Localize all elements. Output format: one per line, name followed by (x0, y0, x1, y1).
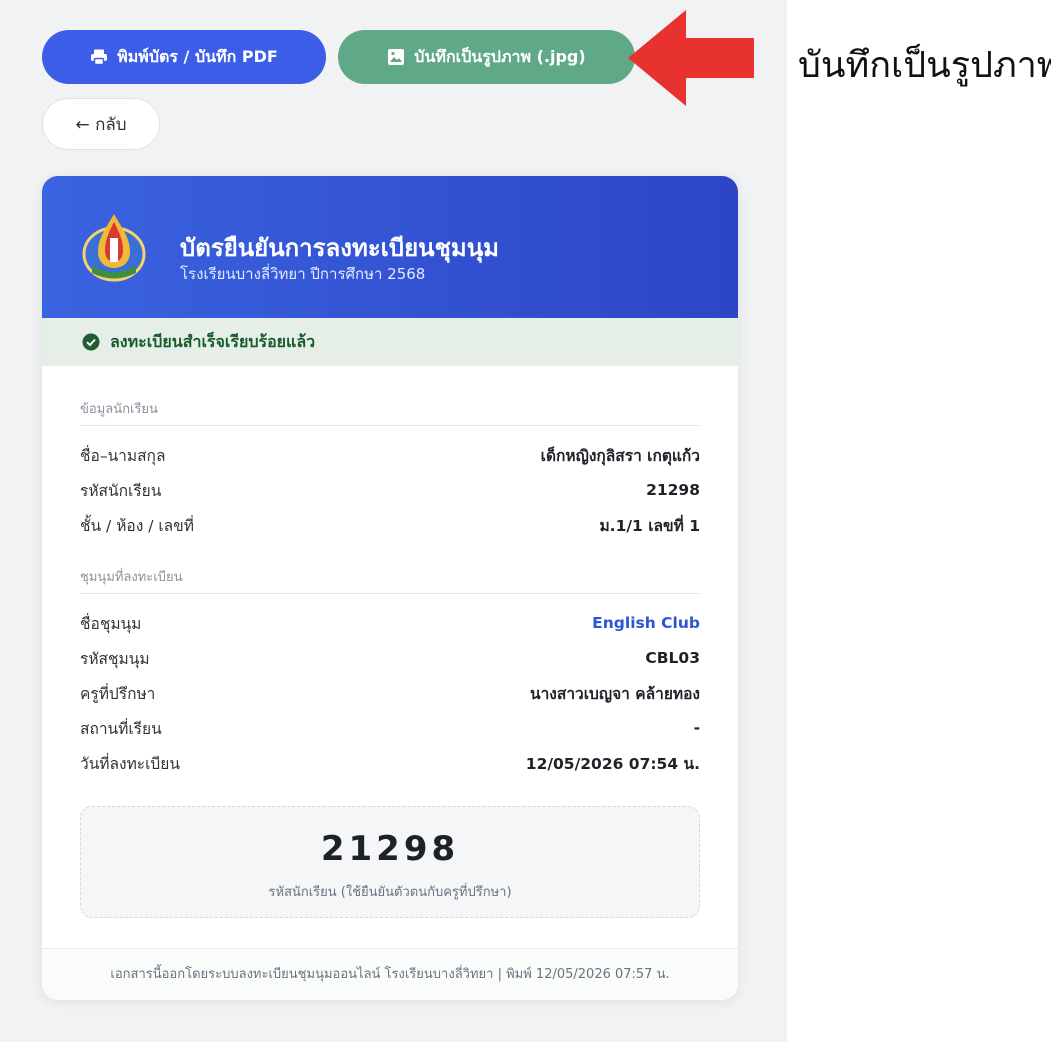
card-footer: เอกสารนี้ออกโดยระบบลงทะเบียนชุมนุมออนไลน… (42, 948, 738, 1000)
class-row: ชั้น / ห้อง / เลขที่ ม.1/1 เลขที่ 1 (80, 512, 700, 538)
location-row: สถานที่เรียน - (80, 715, 700, 741)
red-arrow-icon (628, 10, 754, 106)
image-icon (387, 48, 405, 66)
student-section-label: ข้อมูลนักเรียน (80, 398, 700, 426)
save-image-button[interactable]: บันทึกเป็นรูปภาพ (.jpg) (338, 30, 635, 84)
status-text: ลงทะเบียนสำเร็จเรียบร้อยแล้ว (110, 331, 316, 351)
registration-date-value: 12/05/2026 07:54 น. (525, 754, 700, 773)
print-pdf-label: พิมพ์บัตร / บันทึก PDF (117, 46, 278, 66)
row-label: วันที่ลงทะเบียน (80, 754, 180, 773)
advisor-row: ครูที่ปรึกษา นางสาวเบญจา คล้ายทอง (80, 680, 700, 706)
card-subtitle: โรงเรียนบางลี่วิทยา ปีการศึกษา 2568 (180, 265, 426, 283)
row-label: รหัสชุมนุม (80, 649, 150, 668)
club-name-value: English Club (592, 614, 700, 632)
row-label: สถานที่เรียน (80, 719, 162, 738)
card-header: บัตรยืนยันการลงทะเบียนชุมนุม โรงเรียนบาง… (42, 176, 738, 318)
student-name-value: เด็กหญิงกุลิสรา เกตุแก้ว (540, 446, 700, 465)
registration-card: บัตรยืนยันการลงทะเบียนชุมนุม โรงเรียนบาง… (42, 176, 738, 1000)
back-label: ← กลับ (75, 114, 127, 135)
club-name-row: ชื่อชุมนุม English Club (80, 610, 700, 636)
club-section-label: ชุมนุมที่ลงทะเบียน (80, 566, 700, 594)
row-label: ชั้น / ห้อง / เลขที่ (80, 516, 194, 535)
back-button[interactable]: ← กลับ (42, 98, 160, 150)
app-screen: พิมพ์บัตร / บันทึก PDF บันทึกเป็นรูปภาพ … (0, 0, 787, 1042)
student-id-box: 21298 รหัสนักเรียน (ใช้ยืนยันตัวตนกับครู… (80, 806, 700, 918)
registration-date-row: วันที่ลงทะเบียน 12/05/2026 07:54 น. (80, 750, 700, 776)
status-banner: ลงทะเบียนสำเร็จเรียบร้อยแล้ว (42, 318, 738, 366)
row-label: ชื่อชุมนุม (80, 614, 142, 633)
advisor-value: นางสาวเบญจา คล้ายทอง (529, 684, 700, 703)
printer-icon (90, 48, 108, 66)
class-value: ม.1/1 เลขที่ 1 (599, 516, 700, 535)
check-circle-icon (82, 333, 100, 351)
row-label: ชื่อ–นามสกุล (80, 446, 166, 465)
student-id-big: 21298 (320, 829, 460, 869)
location-value: - (693, 719, 700, 737)
school-logo (82, 214, 146, 282)
club-code-row: รหัสชุมนุม CBL03 (80, 645, 700, 671)
row-label: ครูที่ปรึกษา (80, 684, 156, 703)
row-label: รหัสนักเรียน (80, 481, 162, 500)
print-pdf-button[interactable]: พิมพ์บัตร / บันทึก PDF (42, 30, 326, 84)
annotation-caption: บันทึกเป็นรูปภาพ (798, 45, 1051, 86)
student-name-row: ชื่อ–นามสกุล เด็กหญิงกุลิสรา เกตุแก้ว (80, 442, 700, 468)
student-id-value: 21298 (646, 481, 700, 499)
student-id-row: รหัสนักเรียน 21298 (80, 477, 700, 503)
save-image-label: บันทึกเป็นรูปภาพ (.jpg) (414, 46, 586, 66)
student-id-caption: รหัสนักเรียน (ใช้ยืนยันตัวตนกับครูที่ปรึ… (268, 885, 512, 900)
club-code-value: CBL03 (645, 649, 700, 667)
